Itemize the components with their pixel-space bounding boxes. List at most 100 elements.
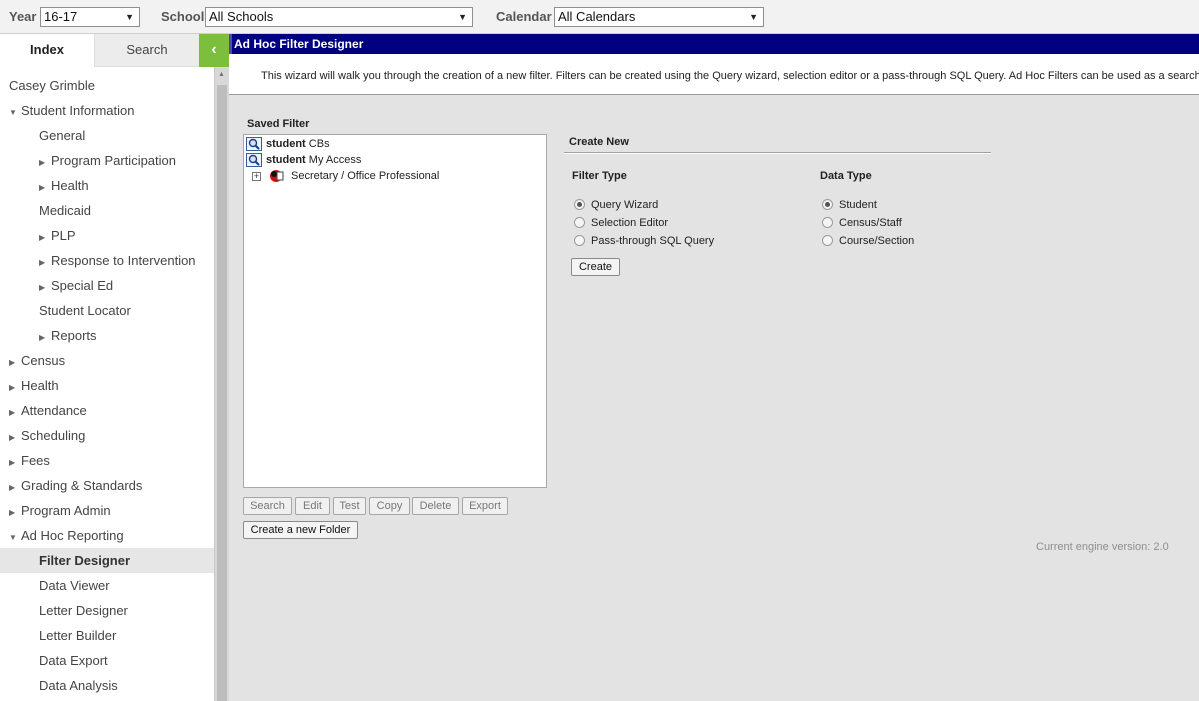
triangle-right-icon: ▶ [9,358,16,367]
triangle-down-icon: ▼ [9,108,17,117]
expand-plus-icon[interactable]: + [252,171,261,181]
triangle-right-icon: ▶ [39,183,46,192]
edit-button[interactable]: Edit [295,497,330,515]
filter-type-option[interactable]: Pass-through SQL Query [574,233,714,249]
context-bar: Year 16-17 ▼ School All Schools ▼ Calend… [0,0,1199,34]
filter-magnifier-icon [246,153,262,168]
scrollbar-thumb[interactable] [217,85,227,701]
sidebar-item-letter-designer[interactable]: Letter Designer [0,598,214,623]
search-button[interactable]: Search [243,497,292,515]
export-button[interactable]: Export [462,497,508,515]
triangle-right-icon: ▶ [9,483,16,492]
intro-panel: This wizard will walk you through the cr… [229,54,1199,95]
filter-type-option[interactable]: Selection Editor [574,215,668,231]
sidebar-item-reports[interactable]: ▶ Reports [0,323,214,348]
sidebar-item-census[interactable]: ▶ Census [0,348,214,373]
chevron-down-icon: ▼ [749,12,758,22]
year-select-value: 16-17 [44,9,78,24]
copy-button[interactable]: Copy [369,497,410,515]
sidebar-item-ad-hoc-reporting[interactable]: ▼ Ad Hoc Reporting [0,523,214,548]
sidebar-item-student-locator[interactable]: Student Locator [0,298,214,323]
filter-name: CBs [308,138,330,150]
school-select-value: All Schools [209,9,274,24]
collapse-sidebar-button[interactable]: ‹ [199,34,229,67]
sidebar-item-data-export[interactable]: Data Export [0,648,214,673]
sidebar-item-program-participation[interactable]: ▶ Program Participation [0,148,214,173]
sidebar-item-label: Casey Grimble [9,78,95,93]
saved-filter-title: Saved Filter [247,118,310,130]
saved-filter-folder[interactable]: + Secretary / Office Professional [248,168,439,184]
sidebar-item-plp[interactable]: ▶ PLP [0,223,214,248]
sidebar-item-label: Data Analysis [39,678,118,693]
sidebar-item-scheduling[interactable]: ▶ Scheduling [0,423,214,448]
triangle-right-icon: ▶ [9,383,16,392]
triangle-right-icon: ▶ [39,333,46,342]
chevron-left-icon: ‹ [211,41,217,58]
chevron-down-icon: ▼ [125,12,134,22]
sidebar: Index Search ‹ Casey Grimble ▼ Student In… [0,34,229,701]
scroll-up-icon[interactable]: ▲ [218,71,225,78]
saved-filter-item[interactable]: student My Access [246,152,361,168]
sidebar-item-grading-standards[interactable]: ▶ Grading & Standards [0,473,214,498]
sidebar-item-label: Scheduling [21,428,86,443]
data-type-option[interactable]: Student [822,197,877,213]
radio-icon[interactable] [822,234,833,246]
sidebar-item-data-analysis[interactable]: Data Analysis [0,673,214,698]
data-type-option[interactable]: Census/Staff [822,215,902,231]
sidebar-item-student-information[interactable]: ▼ Student Information [0,98,214,123]
option-label: Selection Editor [591,217,669,229]
radio-icon[interactable] [574,234,585,246]
sidebar-item-health-sub[interactable]: ▶ Health [0,173,214,198]
tab-index[interactable]: Index [0,34,95,67]
triangle-right-icon: ▶ [39,233,46,242]
sidebar-item-label: Census [21,353,66,368]
sidebar-item-label: Letter Designer [39,603,128,618]
saved-filter-tree[interactable]: student CBs student My Access + Secretar… [243,134,547,488]
calendar-label: Calendar [496,9,552,24]
data-type-option[interactable]: Course/Section [822,233,914,249]
sidebar-item-special-ed[interactable]: ▶ Special Ed [0,273,214,298]
sidebar-item-data-viewer[interactable]: Data Viewer [0,573,214,598]
sidebar-item-label: Reports [51,328,97,343]
sidebar-item-user[interactable]: Casey Grimble [0,73,214,98]
nav-tree: Casey Grimble ▼ Student Information Gener… [0,73,214,698]
sidebar-item-response-to-intervention[interactable]: ▶ Response to Intervention [0,248,214,273]
sidebar-item-health[interactable]: ▶ Health [0,373,214,398]
radio-icon[interactable] [822,216,833,228]
sidebar-scrollbar[interactable]: ▲ [214,67,229,701]
sidebar-item-attendance[interactable]: ▶ Attendance [0,398,214,423]
sidebar-item-label: Special Ed [51,278,114,293]
sidebar-item-program-admin[interactable]: ▶ Program Admin [0,498,214,523]
page-title: Ad Hoc Filter Designer [229,34,1199,54]
test-button[interactable]: Test [333,497,366,515]
folder-name: Secretary / Office Professional [291,170,440,182]
create-button[interactable]: Create [571,258,620,276]
sidebar-item-filter-designer[interactable]: Filter Designer [0,548,214,573]
sidebar-item-label: Filter Designer [39,553,131,568]
sidebar-item-letter-builder[interactable]: Letter Builder [0,623,214,648]
radio-icon[interactable] [574,216,585,228]
intro-text: This wizard will walk you through the cr… [261,70,1199,82]
sidebar-item-label: Data Viewer [39,578,110,593]
filter-type-option[interactable]: Query Wizard [574,197,658,213]
create-folder-button[interactable]: Create a new Folder [243,521,358,539]
saved-filter-item[interactable]: student CBs [246,136,330,152]
radio-selected-icon[interactable] [574,198,585,210]
sidebar-item-label: Data Export [39,653,108,668]
tab-search[interactable]: Search [95,34,199,67]
divider [564,152,991,154]
school-select[interactable]: All Schools ▼ [205,7,473,27]
radio-selected-icon[interactable] [822,198,833,210]
sidebar-item-label: Response to Intervention [51,253,196,268]
group-folder-icon [270,170,284,183]
triangle-right-icon: ▶ [9,458,16,467]
calendar-select[interactable]: All Calendars ▼ [554,7,764,27]
sidebar-item-medicaid[interactable]: Medicaid [0,198,214,223]
sidebar-item-fees[interactable]: ▶ Fees [0,448,214,473]
create-new-title: Create New [569,136,629,148]
sidebar-item-label: Student Locator [39,303,131,318]
sidebar-item-label: Health [51,178,89,193]
delete-button[interactable]: Delete [412,497,459,515]
sidebar-item-general[interactable]: General [0,123,214,148]
year-select[interactable]: 16-17 ▼ [40,7,140,27]
